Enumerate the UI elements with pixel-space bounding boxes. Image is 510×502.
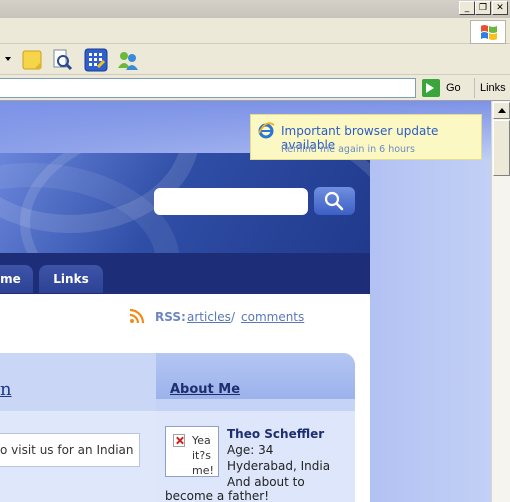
- post-excerpt: o visit us for an Indian: [0, 443, 134, 457]
- notes-icon[interactable]: [20, 48, 44, 72]
- address-input[interactable]: [0, 78, 416, 98]
- go-arrow-icon: [422, 79, 440, 97]
- rss-articles-link[interactable]: articles: [187, 310, 231, 324]
- scroll-thumb[interactable]: [493, 120, 510, 176]
- vertical-scrollbar[interactable]: [491, 101, 510, 502]
- links-toolbar-button[interactable]: Links: [480, 82, 506, 94]
- ie-logo-icon: [258, 122, 275, 139]
- windows-logo: [470, 20, 506, 44]
- avatar: Yea it?s me!: [165, 426, 219, 477]
- site-search-input[interactable]: [154, 188, 308, 215]
- site-nav: me Links: [0, 253, 370, 294]
- page-viewport: me Links RSS: articles / comments n o vi…: [0, 101, 491, 502]
- nav-tab-home[interactable]: me: [0, 265, 33, 293]
- windows-flag-icon: [481, 25, 497, 40]
- minimize-button[interactable]: _: [459, 1, 475, 15]
- profile-location: Hyderabad, India: [227, 459, 331, 473]
- go-label: Go: [446, 82, 461, 94]
- profile-line-4: And about to: [227, 475, 305, 489]
- toolbar-separator: [474, 78, 475, 98]
- contacts-icon[interactable]: [116, 48, 140, 72]
- toolbar: [0, 45, 510, 75]
- title-bar: _ ❐ ✕: [0, 0, 510, 18]
- address-toolbar: Go Links: [0, 76, 510, 101]
- rss-separator: /: [231, 310, 236, 324]
- site-search-button[interactable]: [314, 187, 355, 215]
- research-icon[interactable]: [50, 48, 74, 72]
- toolbar-dropdown-arrow-icon[interactable]: [5, 57, 11, 61]
- profile-age: Age: 34: [227, 443, 274, 457]
- rss-icon[interactable]: [129, 308, 145, 324]
- profile-name: Theo Scheffler: [227, 427, 325, 441]
- update-notification[interactable]: Important browser update available Remin…: [250, 114, 482, 160]
- profile-line-5: become a father!: [165, 489, 270, 502]
- nav-tab-links[interactable]: Links: [39, 265, 103, 293]
- rss-label: RSS:: [155, 310, 186, 324]
- menu-bar: [0, 18, 510, 44]
- messenger-grid-icon[interactable]: [84, 48, 108, 72]
- broken-image-icon: [173, 434, 185, 447]
- notification-remind[interactable]: Remind me again in 6 hours: [281, 144, 415, 155]
- rss-comments-link[interactable]: comments: [241, 310, 304, 324]
- go-button[interactable]: Go: [422, 79, 468, 98]
- search-icon: [324, 191, 344, 211]
- about-me-heading[interactable]: About Me: [170, 382, 240, 397]
- avatar-alt-text: Yea it?s me!: [192, 434, 214, 477]
- close-button[interactable]: ✕: [492, 1, 508, 15]
- post-title-link[interactable]: n: [0, 379, 12, 400]
- post-title-band: [0, 353, 156, 411]
- restore-button[interactable]: ❐: [475, 1, 491, 15]
- scroll-up-arrow-icon[interactable]: [493, 102, 510, 119]
